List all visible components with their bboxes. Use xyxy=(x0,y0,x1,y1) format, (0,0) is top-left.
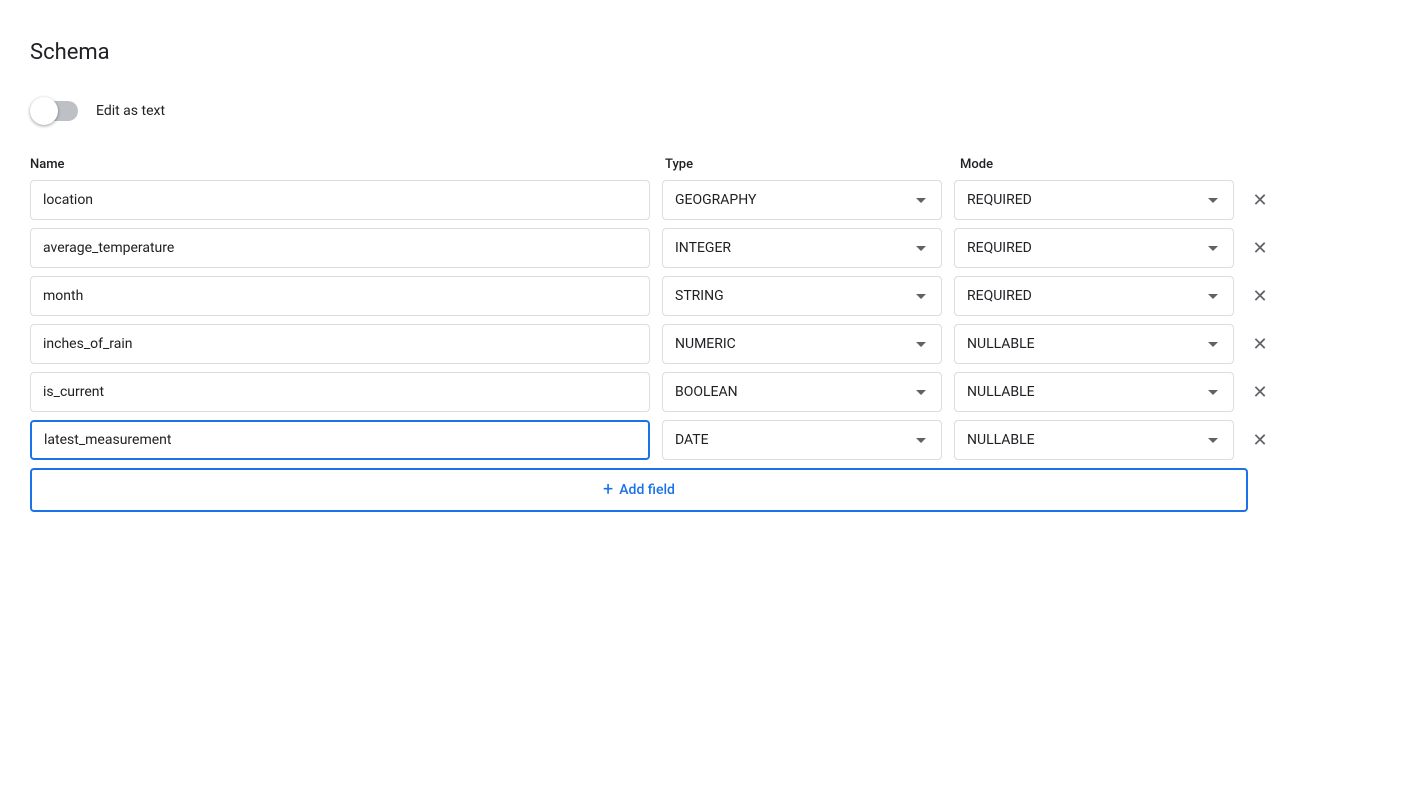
delete-field-button[interactable]: ✕ xyxy=(1246,330,1274,358)
table-row: GEOGRAPHYINTEGERSTRINGNUMERICBOOLEANDATE… xyxy=(30,420,1380,460)
field-name-input[interactable] xyxy=(30,372,650,412)
field-mode-select[interactable]: REQUIREDNULLABLEREPEATED xyxy=(954,276,1234,316)
plus-icon: + xyxy=(603,481,613,499)
edit-as-text-row: Edit as text xyxy=(30,97,1380,125)
field-mode-select[interactable]: REQUIREDNULLABLEREPEATED xyxy=(954,324,1234,364)
field-name-input[interactable] xyxy=(30,228,650,268)
header-name: Name xyxy=(30,157,665,172)
field-type-select[interactable]: GEOGRAPHYINTEGERSTRINGNUMERICBOOLEANDATE… xyxy=(662,228,942,268)
delete-field-button[interactable]: ✕ xyxy=(1246,378,1274,406)
delete-field-button[interactable]: ✕ xyxy=(1246,234,1274,262)
table-row: GEOGRAPHYINTEGERSTRINGNUMERICBOOLEANDATE… xyxy=(30,324,1380,364)
edit-as-text-label: Edit as text xyxy=(96,103,165,119)
delete-field-button[interactable]: ✕ xyxy=(1246,186,1274,214)
field-name-input[interactable] xyxy=(30,324,650,364)
table-row: GEOGRAPHYINTEGERSTRINGNUMERICBOOLEANDATE… xyxy=(30,180,1380,220)
schema-headers: Name Type Mode xyxy=(30,157,1380,180)
field-mode-select[interactable]: REQUIREDNULLABLEREPEATED xyxy=(954,372,1234,412)
edit-as-text-toggle[interactable] xyxy=(30,97,82,125)
field-mode-select[interactable]: REQUIREDNULLABLEREPEATED xyxy=(954,420,1234,460)
table-row: GEOGRAPHYINTEGERSTRINGNUMERICBOOLEANDATE… xyxy=(30,228,1380,268)
delete-field-button[interactable]: ✕ xyxy=(1246,282,1274,310)
header-mode: Mode xyxy=(960,157,1255,172)
add-field-button[interactable]: + Add field xyxy=(30,468,1248,512)
field-type-select[interactable]: GEOGRAPHYINTEGERSTRINGNUMERICBOOLEANDATE… xyxy=(662,372,942,412)
delete-field-button[interactable]: ✕ xyxy=(1246,426,1274,454)
field-name-input[interactable] xyxy=(30,420,650,460)
add-field-label: Add field xyxy=(619,482,675,498)
field-mode-select[interactable]: REQUIREDNULLABLEREPEATED xyxy=(954,228,1234,268)
field-name-input[interactable] xyxy=(30,276,650,316)
field-type-select[interactable]: GEOGRAPHYINTEGERSTRINGNUMERICBOOLEANDATE… xyxy=(662,276,942,316)
table-row: GEOGRAPHYINTEGERSTRINGNUMERICBOOLEANDATE… xyxy=(30,372,1380,412)
header-type: Type xyxy=(665,157,960,172)
toggle-thumb xyxy=(30,97,58,125)
field-type-select[interactable]: GEOGRAPHYINTEGERSTRINGNUMERICBOOLEANDATE… xyxy=(662,180,942,220)
table-row: GEOGRAPHYINTEGERSTRINGNUMERICBOOLEANDATE… xyxy=(30,276,1380,316)
page-title: Schema xyxy=(30,40,1380,65)
field-mode-select[interactable]: REQUIREDNULLABLEREPEATED xyxy=(954,180,1234,220)
field-type-select[interactable]: GEOGRAPHYINTEGERSTRINGNUMERICBOOLEANDATE… xyxy=(662,324,942,364)
schema-rows-container: GEOGRAPHYINTEGERSTRINGNUMERICBOOLEANDATE… xyxy=(30,180,1380,460)
field-name-input[interactable] xyxy=(30,180,650,220)
field-type-select[interactable]: GEOGRAPHYINTEGERSTRINGNUMERICBOOLEANDATE… xyxy=(662,420,942,460)
